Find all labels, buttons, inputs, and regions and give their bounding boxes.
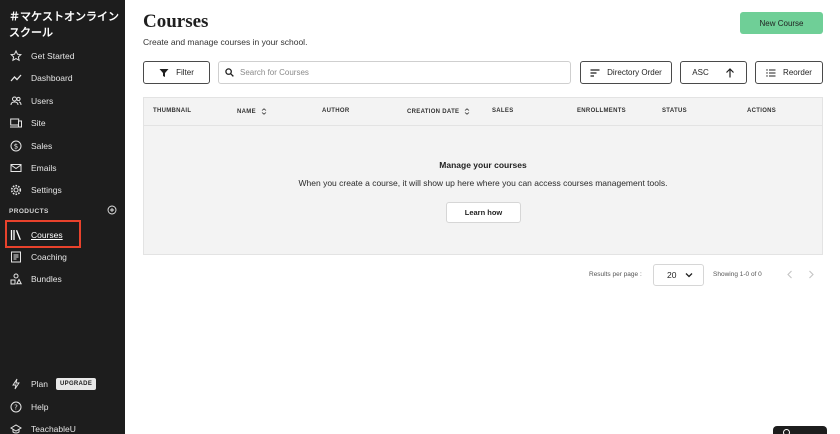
add-product-icon[interactable] [107, 205, 117, 215]
mail-icon [9, 161, 23, 175]
bolt-icon [9, 377, 23, 391]
list-icon [766, 68, 776, 77]
help-chat-widget[interactable] [773, 426, 827, 434]
sidebar-item-label: Settings [31, 185, 62, 195]
results-per-page-label: Results per page : [589, 271, 642, 278]
sidebar-item-teachableu[interactable]: TeachableU [0, 419, 125, 434]
sidebar-item-emails[interactable]: Emails [0, 158, 125, 178]
sidebar-item-help[interactable]: ? Help [0, 397, 125, 417]
filter-button[interactable]: Filter [143, 61, 210, 84]
column-header-enrollments: ENROLLMENTS [577, 108, 626, 114]
sidebar-item-label: Help [31, 402, 49, 412]
search-input[interactable]: Search for Courses [218, 61, 571, 84]
chevron-right-icon[interactable] [807, 270, 815, 279]
sidebar-item-label: Sales [31, 141, 53, 151]
empty-state-text: When you create a course, it will show u… [298, 178, 668, 188]
sidebar-item-label: Bundles [31, 274, 62, 284]
school-name[interactable]: ＃マケストオンラインスクール [9, 9, 119, 41]
sidebar-item-get-started[interactable]: Get Started [0, 46, 125, 66]
arrow-up-icon [725, 67, 734, 77]
sort-arrows-icon [465, 108, 470, 115]
sort-by-select[interactable]: Directory Order [580, 61, 672, 84]
sidebar-item-label: Coaching [31, 252, 67, 262]
search-icon [225, 68, 234, 77]
courses-highlight-annotation [5, 220, 81, 248]
sort-lines-icon [590, 68, 600, 77]
learn-how-button[interactable]: Learn how [446, 202, 521, 223]
sidebar-item-site[interactable]: Site [0, 113, 125, 133]
filter-icon [159, 68, 169, 77]
sort-order-label: ASC [692, 68, 709, 77]
sidebar-item-bundles[interactable]: Bundles [0, 269, 125, 289]
sidebar-item-coaching[interactable]: Coaching [0, 247, 125, 267]
sidebar-item-users[interactable]: Users [0, 91, 125, 111]
svg-text:?: ? [14, 404, 18, 412]
sidebar-item-settings[interactable]: Settings [0, 180, 125, 200]
results-per-page-select[interactable]: 20 [653, 264, 704, 286]
empty-state-title: Manage your courses [439, 160, 527, 170]
filter-label: Filter [176, 68, 194, 77]
graduation-cap-icon [9, 422, 23, 434]
upgrade-badge[interactable]: UPGRADE [56, 378, 97, 390]
column-header-name[interactable]: NAME [237, 108, 267, 115]
pagination-summary: Showing 1-0 of 0 [713, 271, 762, 278]
table-header: THUMBNAIL NAME AUTHOR CREATION DATE SALE… [144, 98, 822, 126]
column-header-actions: ACTIONS [747, 108, 777, 114]
chat-icon [783, 429, 790, 434]
trend-line-icon [9, 71, 23, 85]
users-icon [9, 94, 23, 108]
sort-order-button[interactable]: ASC [680, 61, 747, 84]
star-icon [9, 49, 23, 63]
search-placeholder: Search for Courses [240, 68, 309, 77]
column-header-creation-date[interactable]: CREATION DATE [407, 108, 470, 115]
devices-icon [9, 116, 23, 130]
new-course-button[interactable]: New Course [740, 12, 823, 34]
sidebar-item-plan[interactable]: Plan UPGRADE [0, 374, 125, 394]
chevron-left-icon[interactable] [786, 270, 794, 279]
products-section-label: PRODUCTS [9, 208, 49, 215]
sidebar-item-label: Emails [31, 163, 57, 173]
sidebar-item-sales[interactable]: $ Sales [0, 136, 125, 156]
sidebar-item-label: TeachableU [31, 424, 76, 434]
sidebar-item-label: Dashboard [31, 73, 73, 83]
sort-by-label: Directory Order [607, 68, 662, 77]
reorder-button[interactable]: Reorder [755, 61, 823, 84]
courses-table: THUMBNAIL NAME AUTHOR CREATION DATE SALE… [143, 97, 823, 255]
notebook-icon [9, 250, 23, 264]
svg-text:$: $ [14, 143, 18, 151]
column-header-author: AUTHOR [322, 108, 350, 114]
sidebar-item-dashboard[interactable]: Dashboard [0, 68, 125, 88]
sidebar-item-label: Plan [31, 379, 49, 389]
sort-arrows-icon [261, 108, 267, 115]
bundle-icon [9, 272, 23, 286]
results-per-page-value: 20 [667, 270, 677, 280]
page-title: Courses [143, 11, 209, 32]
column-header-thumbnail: THUMBNAIL [153, 108, 192, 114]
dollar-icon: $ [9, 139, 23, 153]
page-subtitle: Create and manage courses in your school… [143, 37, 308, 47]
app-window: ＃マケストオンラインスクール Get Started Dashboard Use… [0, 0, 840, 434]
sidebar: ＃マケストオンラインスクール Get Started Dashboard Use… [0, 0, 125, 434]
sidebar-item-label: Get Started [31, 51, 75, 61]
gear-icon [9, 183, 23, 197]
reorder-label: Reorder [783, 68, 812, 77]
help-icon: ? [9, 400, 23, 414]
sidebar-item-label: Users [31, 96, 54, 106]
sidebar-item-label: Site [31, 118, 46, 128]
column-header-status: STATUS [662, 108, 687, 114]
column-header-sales: SALES [492, 108, 514, 114]
chevron-down-icon [686, 273, 693, 278]
